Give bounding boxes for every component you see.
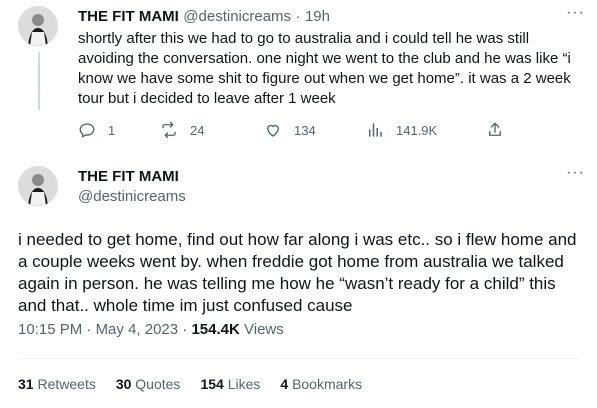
like-button[interactable]: 134	[264, 121, 316, 139]
bookmarks-count: 4	[280, 376, 289, 392]
bookmarks-stat[interactable]: 4 Bookmarks	[280, 376, 362, 392]
action-bar: 1 24 134 141.9K	[78, 121, 508, 141]
retweet-count: 24	[190, 122, 205, 138]
tweet-timestamp: 10:15 PM · May 4, 2023 · 154.4K Views	[18, 321, 284, 338]
avatar[interactable]	[18, 6, 58, 46]
more-icon[interactable]: ···	[566, 164, 585, 182]
quotes-count: 30	[115, 376, 132, 392]
quotes-label: Quotes	[135, 376, 181, 392]
separator-dot: ·	[295, 8, 301, 25]
retweets-stat[interactable]: 31 Retweets	[18, 376, 96, 392]
user-handle[interactable]: @destinicreams	[78, 188, 186, 205]
retweets-count: 31	[18, 376, 34, 392]
user-handle[interactable]: @destinicreams	[183, 8, 291, 25]
share-button[interactable]	[486, 121, 504, 139]
views-icon	[369, 123, 382, 137]
views-label: Views	[244, 321, 284, 338]
views-button[interactable]: 141.9K	[366, 121, 437, 139]
reply-button[interactable]: 1	[78, 121, 115, 139]
quotes-stat[interactable]: 30 Quotes	[116, 376, 181, 392]
bookmarks-label: Bookmarks	[292, 376, 363, 392]
thread-connector-line	[38, 52, 40, 110]
more-icon[interactable]: ···	[566, 4, 585, 22]
views-count: 141.9K	[396, 122, 438, 138]
retweet-icon	[162, 121, 176, 139]
share-icon	[489, 122, 501, 136]
thread-tweet[interactable]: THE FIT MAMI @destinicreams · 19h ··· sh…	[0, 0, 597, 150]
likes-stat[interactable]: 154 Likes	[200, 376, 260, 392]
retweets-label: Retweets	[37, 376, 96, 392]
likes-label: Likes	[227, 376, 261, 392]
heart-icon	[267, 124, 279, 137]
retweet-button[interactable]: 24	[160, 121, 204, 139]
separator-dot: ·	[182, 321, 188, 338]
reply-icon	[79, 123, 95, 138]
engagement-stats: 31 Retweets 30 Quotes 154 Likes 4 Bookma…	[18, 376, 362, 392]
tweet-time[interactable]: 10:15 PM	[18, 321, 82, 338]
display-name[interactable]: THE FIT MAMI	[78, 8, 179, 25]
likes-count: 154	[200, 376, 224, 392]
like-count: 134	[294, 122, 316, 138]
divider	[18, 358, 578, 359]
avatar[interactable]	[18, 166, 58, 206]
tweet-date[interactable]: May 4, 2023	[96, 321, 179, 338]
display-name[interactable]: THE FIT MAMI	[78, 168, 179, 185]
tweet-age[interactable]: 19h	[305, 8, 330, 25]
separator-dot: ·	[86, 321, 92, 338]
reply-count: 1	[108, 122, 116, 138]
tweet-text: shortly after this we had to go to austr…	[78, 30, 571, 107]
views-count: 154.4K	[191, 321, 240, 338]
tweet-text: i needed to get home, find out how far a…	[18, 230, 577, 315]
